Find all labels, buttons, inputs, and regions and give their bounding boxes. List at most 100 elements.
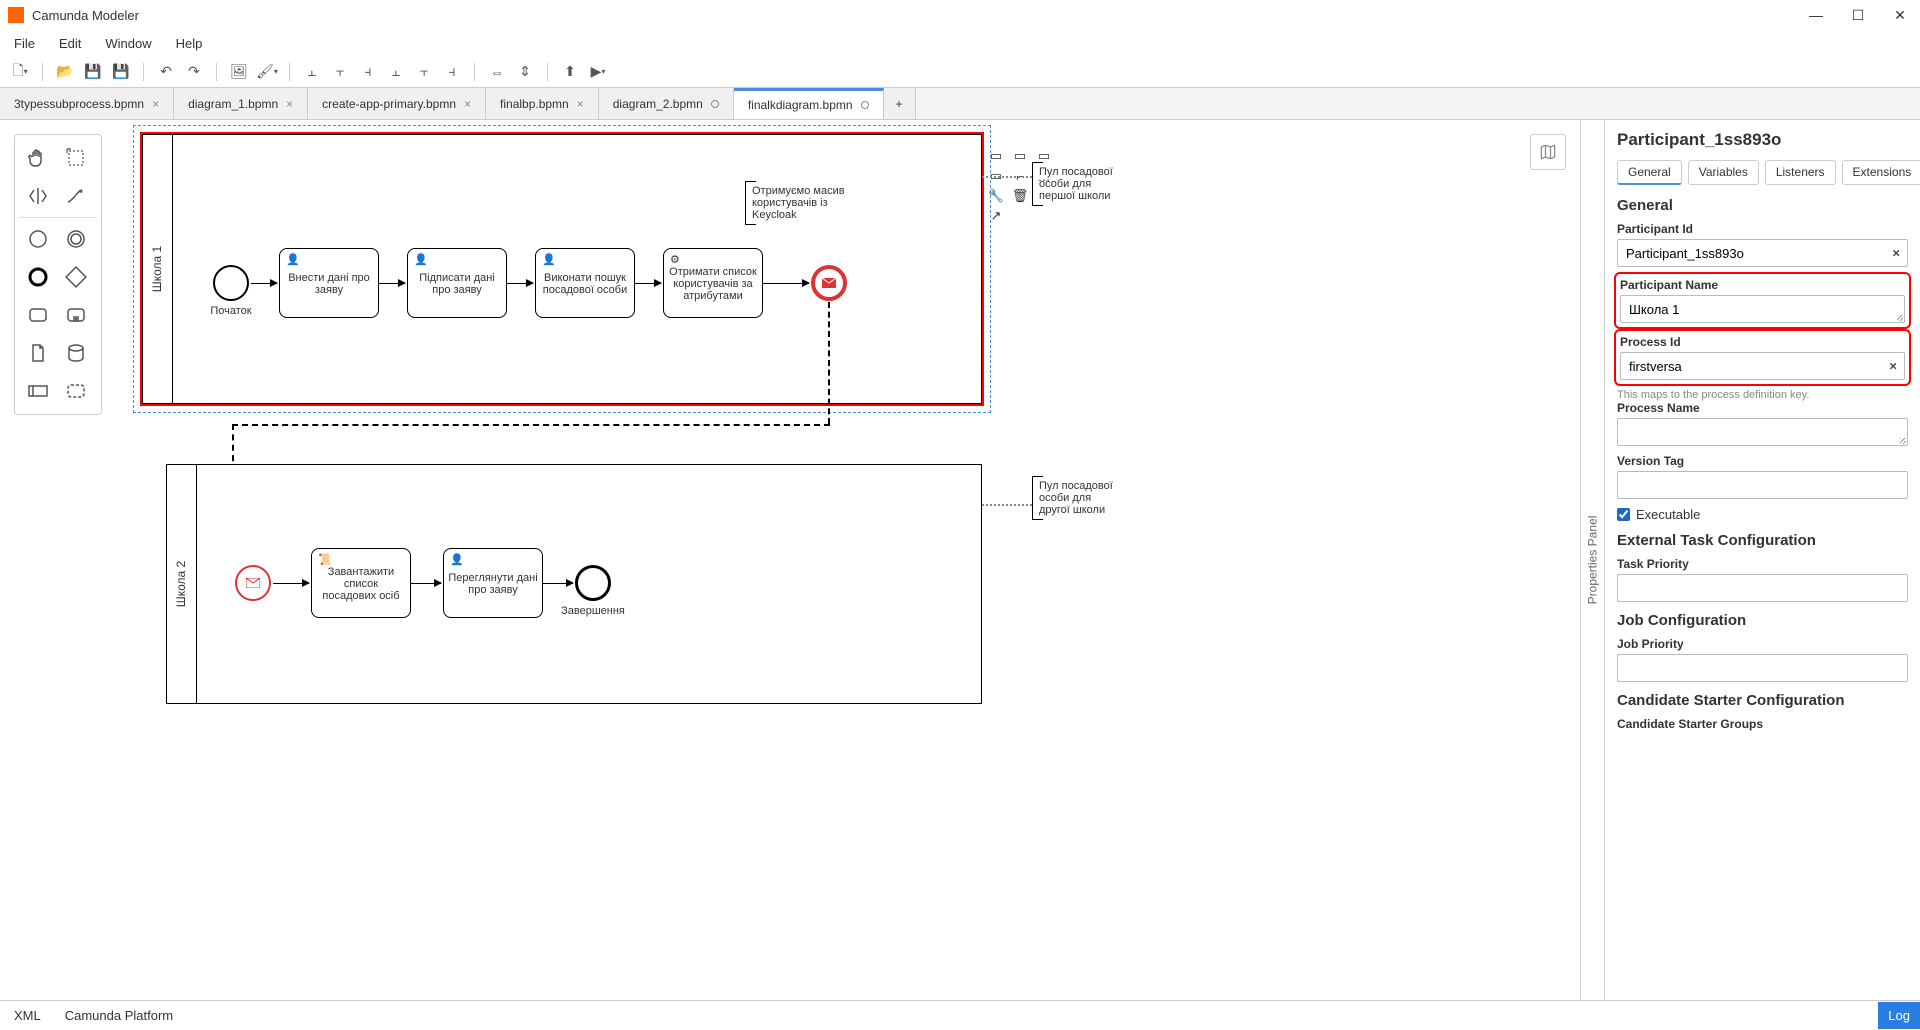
group-tool[interactable] <box>57 372 95 410</box>
tab-add[interactable]: + <box>884 88 916 119</box>
tab-0[interactable]: 3typessubprocess.bpmn× <box>0 88 174 119</box>
align-left-button[interactable]: ⫠ <box>300 60 324 84</box>
close-icon[interactable]: × <box>577 97 584 111</box>
align-center-button[interactable]: ⫟ <box>328 60 352 84</box>
participant-id-input[interactable] <box>1617 239 1908 267</box>
gateway-tool[interactable] <box>57 258 95 296</box>
minimap-button[interactable] <box>1530 134 1566 170</box>
prop-tab-extensions[interactable]: Extensions <box>1842 160 1920 185</box>
annotation-pool1[interactable]: Пул посадової особи для першої школи <box>1032 162 1122 206</box>
sequence-flow[interactable] <box>251 283 277 284</box>
end-event-tool[interactable] <box>19 258 57 296</box>
sequence-flow[interactable] <box>273 583 309 584</box>
data-object-tool[interactable] <box>19 334 57 372</box>
version-tag-input[interactable] <box>1617 471 1908 499</box>
prop-tab-listeners[interactable]: Listeners <box>1765 160 1836 185</box>
annotation-pool2[interactable]: Пул посадової особи для другої школи <box>1032 476 1122 520</box>
task-priority-input[interactable] <box>1617 574 1908 602</box>
platform-tab[interactable]: Camunda Platform <box>65 1008 173 1023</box>
save-button[interactable]: 💾 <box>81 60 105 84</box>
tab-5[interactable]: finalkdiagram.bpmn <box>734 88 884 119</box>
menu-file[interactable]: File <box>4 34 45 53</box>
message-throw-event[interactable] <box>811 265 847 301</box>
sequence-flow[interactable] <box>411 583 441 584</box>
participant-name-input[interactable] <box>1620 295 1905 323</box>
sequence-flow[interactable] <box>507 283 533 284</box>
canvas[interactable]: Школа 1 Початок 👤 Внести дані про заяву … <box>102 120 1580 1000</box>
run-button[interactable]: ▶▾ <box>586 60 610 84</box>
clear-icon[interactable]: × <box>1892 246 1900 261</box>
sequence-flow[interactable] <box>543 583 573 584</box>
task-get-users[interactable]: ⚙ Отримати список користувачів за атрибу… <box>663 248 763 318</box>
clear-icon[interactable]: × <box>1889 359 1897 374</box>
new-file-button[interactable]: 🗋▾ <box>8 60 32 84</box>
process-id-input[interactable] <box>1620 352 1905 380</box>
message-flow[interactable] <box>828 302 830 424</box>
task-search[interactable]: 👤 Виконати пошук посадової особи <box>535 248 635 318</box>
sequence-flow[interactable] <box>635 283 661 284</box>
annotation-keycloak[interactable]: Отримуємо масив користувачів із Keycloak <box>745 181 855 225</box>
color-button[interactable]: 🖌▾ <box>255 60 279 84</box>
task-tool[interactable] <box>19 296 57 334</box>
dist-v-button[interactable]: ⇕ <box>513 60 537 84</box>
executable-checkbox[interactable] <box>1617 508 1630 521</box>
ctx-lane-two[interactable]: ▭ <box>1010 146 1030 166</box>
task-review[interactable]: 👤 Переглянути дані про заяву <box>443 548 543 618</box>
connect-tool[interactable] <box>57 177 95 215</box>
menu-edit[interactable]: Edit <box>49 34 91 53</box>
close-icon[interactable]: × <box>152 97 159 111</box>
ctx-lane-above[interactable]: ▭ <box>986 146 1006 166</box>
tab-2[interactable]: create-app-primary.bpmn× <box>308 88 486 119</box>
sequence-flow[interactable] <box>379 283 405 284</box>
ctx-connect[interactable]: ↗ <box>986 206 1006 226</box>
align-middle-button[interactable]: ⫟ <box>412 60 436 84</box>
minimize-button[interactable]: — <box>1804 7 1828 24</box>
space-tool[interactable] <box>19 177 57 215</box>
message-flow[interactable] <box>232 424 830 426</box>
task-enter-data[interactable]: 👤 Внести дані про заяву <box>279 248 379 318</box>
undo-button[interactable]: ↶ <box>154 60 178 84</box>
start-event-tool[interactable] <box>19 220 57 258</box>
pool-2[interactable]: Школа 2 📜 Завантажити список посадових о… <box>166 464 982 704</box>
redo-button[interactable]: ↷ <box>182 60 206 84</box>
prop-tab-variables[interactable]: Variables <box>1688 160 1759 185</box>
subprocess-tool[interactable] <box>57 296 95 334</box>
hand-tool[interactable] <box>19 139 57 177</box>
maximize-button[interactable]: ☐ <box>1846 7 1870 24</box>
align-top-button[interactable]: ⫠ <box>384 60 408 84</box>
intermediate-event-tool[interactable] <box>57 220 95 258</box>
pool-tool[interactable] <box>19 372 57 410</box>
menu-window[interactable]: Window <box>95 34 161 53</box>
sequence-flow[interactable] <box>763 283 809 284</box>
job-priority-input[interactable] <box>1617 654 1908 682</box>
deploy-button[interactable]: ⬆ <box>558 60 582 84</box>
menu-help[interactable]: Help <box>166 34 213 53</box>
close-icon[interactable]: × <box>464 97 471 111</box>
xml-tab[interactable]: XML <box>14 1008 41 1023</box>
save-all-button[interactable]: 💾 <box>109 60 133 84</box>
task-sign-data[interactable]: 👤 Підписати дані про заяву <box>407 248 507 318</box>
align-bottom-button[interactable]: ⫞ <box>440 60 464 84</box>
ctx-delete[interactable]: 🗑 <box>1010 186 1030 206</box>
tab-4[interactable]: diagram_2.bpmn <box>599 88 734 119</box>
task-load-list[interactable]: 📜 Завантажити список посадових осіб <box>311 548 411 618</box>
prop-tab-general[interactable]: General <box>1617 160 1682 185</box>
properties-toggle[interactable]: Properties Panel <box>1581 120 1605 1000</box>
pool-1[interactable]: Школа 1 Початок 👤 Внести дані про заяву … <box>142 134 982 404</box>
tab-1[interactable]: diagram_1.bpmn× <box>174 88 308 119</box>
log-button[interactable]: Log <box>1878 1002 1920 1029</box>
dist-h-button[interactable]: ⇔ <box>485 60 509 84</box>
end-event[interactable]: Завершення <box>575 565 611 601</box>
tab-3[interactable]: finalbp.bpmn× <box>486 88 599 119</box>
close-icon[interactable]: × <box>286 97 293 111</box>
align-right-button[interactable]: ⫞ <box>356 60 380 84</box>
ctx-wrench[interactable]: 🔧 <box>986 186 1006 206</box>
close-button[interactable]: ✕ <box>1888 7 1912 24</box>
message-catch-event[interactable] <box>235 565 271 601</box>
lasso-tool[interactable] <box>57 139 95 177</box>
data-store-tool[interactable] <box>57 334 95 372</box>
open-file-button[interactable]: 📂 <box>53 60 77 84</box>
start-event[interactable]: Початок <box>213 265 249 301</box>
image-button[interactable]: 🖼 <box>227 60 251 84</box>
process-name-input[interactable] <box>1617 418 1908 446</box>
